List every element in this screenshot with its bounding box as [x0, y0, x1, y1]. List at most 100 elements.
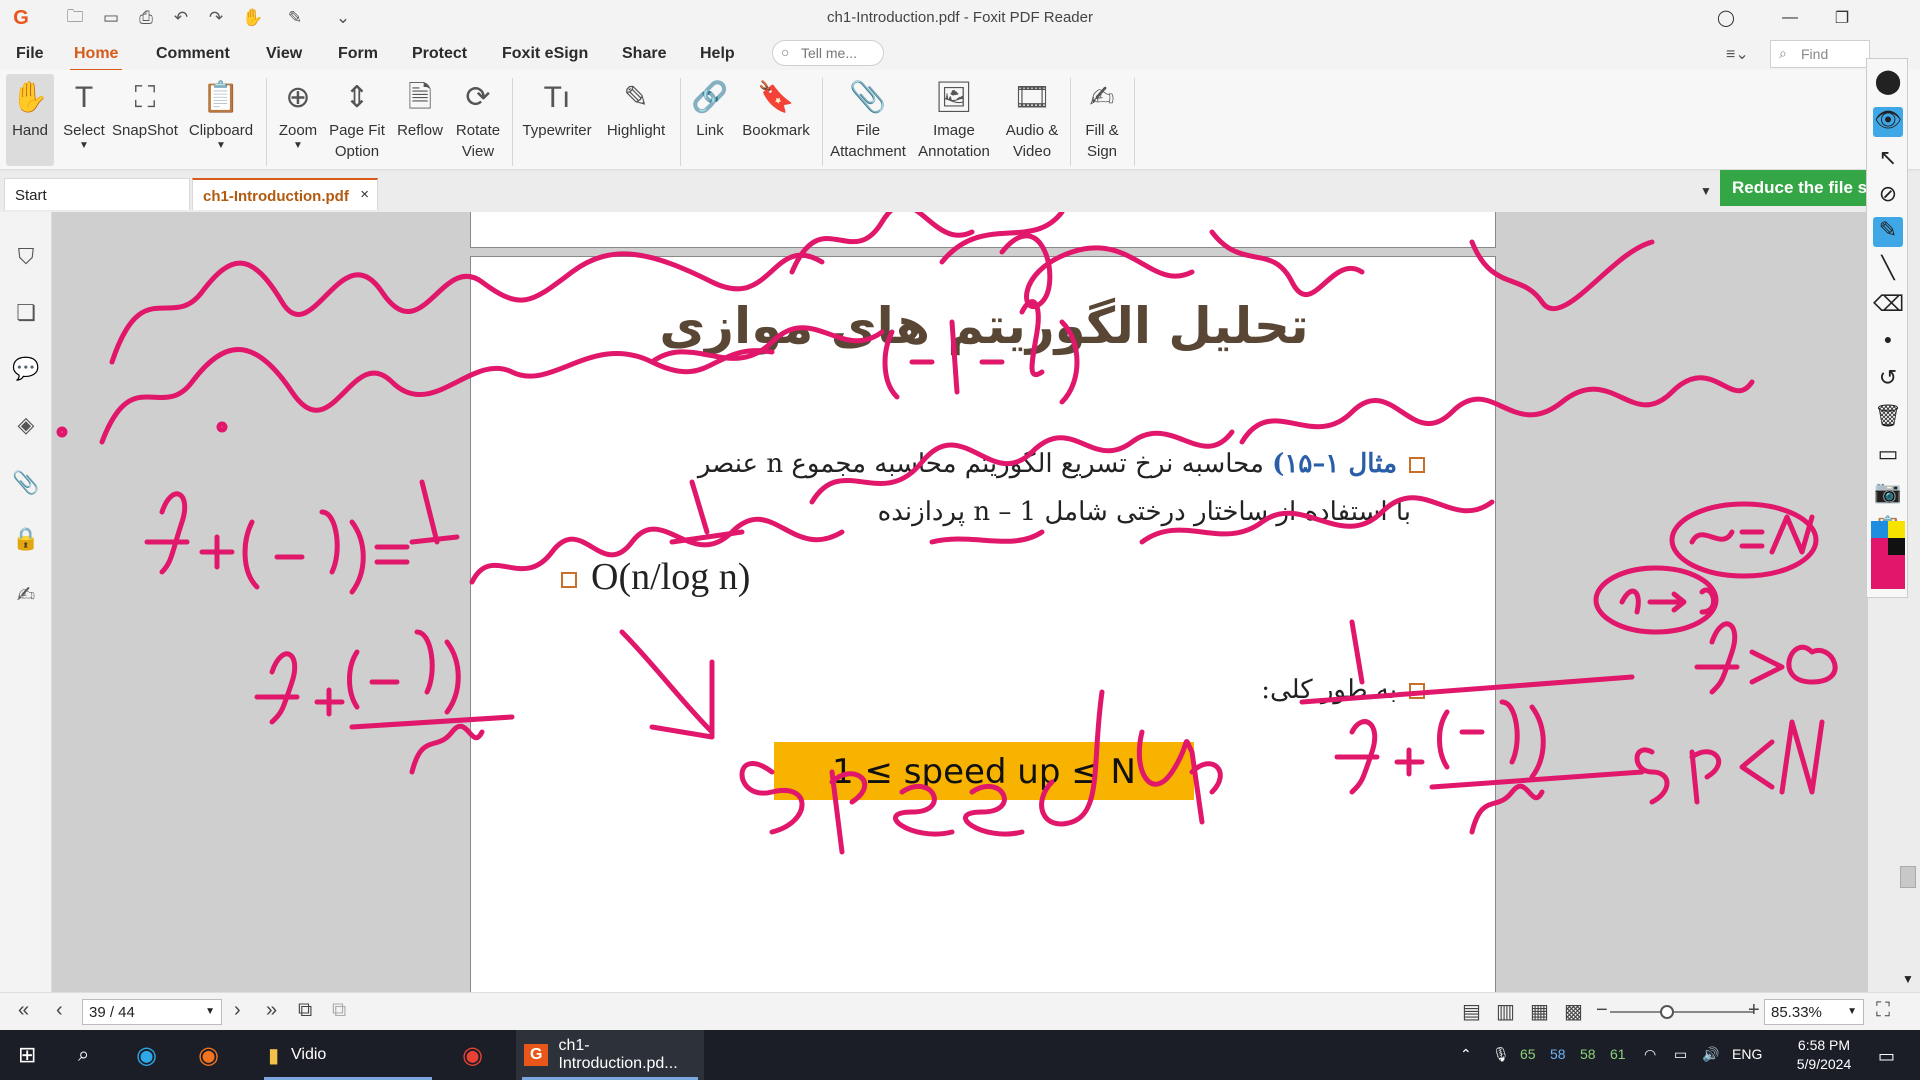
- continuous-facing-view-icon[interactable]: ▩: [1564, 999, 1583, 1024]
- chrome-icon[interactable]: ◉: [462, 1030, 496, 1080]
- tell-me-input[interactable]: ○ Tell me...: [772, 40, 884, 66]
- clock[interactable]: 6:58 PM 5/9/2024: [1784, 1036, 1864, 1074]
- zoom-slider-track[interactable]: [1610, 1011, 1754, 1013]
- layers-panel-icon[interactable]: ◈: [12, 412, 40, 440]
- language-indicator[interactable]: ENG: [1732, 1046, 1762, 1062]
- board-icon[interactable]: ▭: [1873, 441, 1903, 471]
- security-panel-lock-icon[interactable]: 🔒: [12, 526, 40, 554]
- battery-icon[interactable]: ▭: [1674, 1046, 1687, 1063]
- menu-help[interactable]: Help: [700, 45, 735, 63]
- pointer-cursor-icon[interactable]: ↖: [1873, 145, 1903, 175]
- edge-browser-icon[interactable]: ◉: [136, 1030, 170, 1080]
- current-color-swatch[interactable]: [1871, 555, 1905, 589]
- audio-video-icon: 🎞: [1012, 80, 1052, 114]
- search-options-icon[interactable]: ≡⌄: [1726, 44, 1749, 64]
- page-fit-option-button[interactable]: ⇕ Page Fit Option: [326, 74, 388, 162]
- notifications-icon[interactable]: ▭: [1878, 1046, 1895, 1067]
- pages-panel-icon[interactable]: ❏: [12, 300, 40, 328]
- find-input[interactable]: ⌕ Find: [1770, 40, 1870, 68]
- view-eye-icon[interactable]: 👁: [1873, 107, 1903, 137]
- zoom-slider-thumb[interactable]: [1660, 1005, 1674, 1019]
- clipboard-button[interactable]: 📋 Clipboard ▼: [184, 74, 258, 151]
- color-swatch-blue[interactable]: [1871, 521, 1888, 538]
- menu-foxit-esign[interactable]: Foxit eSign: [502, 45, 588, 63]
- fullscreen-icon[interactable]: ⛶: [1876, 999, 1890, 1022]
- wifi-icon[interactable]: ◠: [1644, 1046, 1656, 1063]
- next-page-icon[interactable]: ›: [234, 999, 241, 1022]
- menu-view[interactable]: View: [266, 45, 302, 63]
- microphone-icon[interactable]: 🎙: [1492, 1046, 1510, 1063]
- next-view-icon[interactable]: ⧉: [332, 999, 346, 1022]
- menu-file[interactable]: File: [16, 45, 44, 63]
- menu-protect[interactable]: Protect: [412, 45, 467, 63]
- menu-form[interactable]: Form: [338, 45, 378, 63]
- image-annotation-icon: 🖼: [934, 80, 974, 114]
- windows-start-icon[interactable]: ⊞: [18, 1030, 52, 1080]
- scroll-thumb[interactable]: [1900, 866, 1916, 888]
- bookmark-button[interactable]: 🔖 Bookmark: [736, 74, 816, 141]
- trash-icon[interactable]: 🗑: [1873, 403, 1903, 433]
- account-icon[interactable]: ◯: [1706, 4, 1746, 32]
- volume-icon[interactable]: 🔊: [1702, 1046, 1719, 1063]
- zoom-dropdown-chevron-icon[interactable]: ▼: [1847, 1006, 1857, 1017]
- pen-tool-icon[interactable]: ✎: [1873, 217, 1903, 247]
- scroll-down-arrow-icon[interactable]: ▼: [1902, 972, 1914, 986]
- dot-size-icon[interactable]: ●: [1873, 331, 1903, 361]
- attachments-panel-icon[interactable]: 📎: [12, 470, 40, 498]
- color-palette[interactable]: [1871, 521, 1905, 591]
- eraser-icon[interactable]: ⌫: [1873, 291, 1904, 321]
- first-page-icon[interactable]: «: [18, 999, 29, 1022]
- taskbar-foxit-window[interactable]: Gch1-Introduction.pd...: [516, 1030, 704, 1080]
- color-swatch-pink[interactable]: [1871, 538, 1888, 555]
- firefox-icon[interactable]: ◉: [198, 1030, 232, 1080]
- comments-panel-icon[interactable]: 💬: [12, 356, 40, 384]
- highlight-button[interactable]: ✎ Highlight: [600, 74, 672, 141]
- menu-share[interactable]: Share: [622, 45, 666, 63]
- facing-view-icon[interactable]: ▦: [1530, 999, 1549, 1024]
- document-view[interactable]: تحلیل الگوریتم های موازی مثال ۱–۱۵) محاس…: [52, 212, 1868, 992]
- hand-tool-button[interactable]: ✋ Hand: [6, 74, 54, 166]
- file-attachment-button[interactable]: 📎 File Attachment: [828, 74, 908, 162]
- previous-view-icon[interactable]: ⧉: [298, 999, 312, 1022]
- snapshot-button[interactable]: ⛶ SnapShot: [110, 74, 180, 141]
- tab-ch1-introduction[interactable]: ch1-Introduction.pdf ×: [192, 178, 378, 210]
- color-swatch-black[interactable]: [1888, 538, 1905, 555]
- zoom-out-icon[interactable]: −: [1596, 999, 1608, 1022]
- tab-list-chevron-down-icon[interactable]: ▼: [1700, 184, 1712, 198]
- previous-page-icon[interactable]: ‹: [56, 999, 63, 1022]
- continuous-view-icon[interactable]: ▥: [1496, 999, 1515, 1024]
- tab-start[interactable]: Start: [4, 178, 190, 210]
- fill-sign-button[interactable]: ✍ Fill & Sign: [1076, 74, 1128, 162]
- image-annotation-button[interactable]: 🖼 Image Annotation: [912, 74, 996, 162]
- show-hidden-icons-chevron[interactable]: ⌃: [1460, 1046, 1472, 1063]
- page-number-input[interactable]: 39 / 44 ▼: [82, 999, 222, 1025]
- single-page-view-icon[interactable]: ▤: [1462, 999, 1481, 1024]
- eraser-disabled-icon[interactable]: ⊘: [1873, 181, 1903, 211]
- reduce-file-size-button[interactable]: Reduce the file size: [1720, 170, 1870, 206]
- page-dropdown-chevron-icon[interactable]: ▼: [205, 1006, 215, 1017]
- reflow-button[interactable]: 🗎 Reflow: [392, 74, 448, 141]
- last-page-icon[interactable]: »: [266, 999, 277, 1022]
- link-button[interactable]: 🔗 Link: [688, 74, 732, 141]
- tab-label: ch1-Introduction.pdf: [203, 188, 349, 205]
- bookmark-panel-icon[interactable]: ⛉: [12, 244, 40, 272]
- menu-comment[interactable]: Comment: [156, 45, 230, 63]
- typewriter-button[interactable]: Tı Typewriter: [518, 74, 596, 141]
- select-tool-button[interactable]: T Select ▼: [60, 74, 108, 151]
- camera-icon[interactable]: 📷: [1873, 479, 1903, 509]
- rotate-view-button[interactable]: ⟳ Rotate View: [450, 74, 506, 162]
- audio-video-button[interactable]: 🎞 Audio & Video: [1000, 74, 1064, 162]
- color-swatch-yellow[interactable]: [1888, 521, 1905, 538]
- taskbar-vidio-folder[interactable]: ▮ Vidio: [258, 1030, 438, 1080]
- zoom-in-icon[interactable]: +: [1748, 999, 1760, 1022]
- close-tab-icon[interactable]: ×: [360, 186, 369, 203]
- signature-panel-icon[interactable]: ✍: [12, 582, 40, 610]
- undo-ink-icon[interactable]: ↺: [1873, 365, 1903, 395]
- menu-home[interactable]: Home: [69, 45, 123, 72]
- zoom-level-input[interactable]: 85.33% ▼: [1764, 999, 1864, 1025]
- zoom-button[interactable]: ⊕ Zoom ▼: [272, 74, 324, 151]
- restore-button[interactable]: ❐: [1822, 4, 1862, 32]
- search-taskbar-icon[interactable]: ⌕: [78, 1030, 112, 1080]
- minimize-button[interactable]: —: [1770, 4, 1810, 32]
- line-tool-icon[interactable]: ╲: [1873, 255, 1903, 285]
